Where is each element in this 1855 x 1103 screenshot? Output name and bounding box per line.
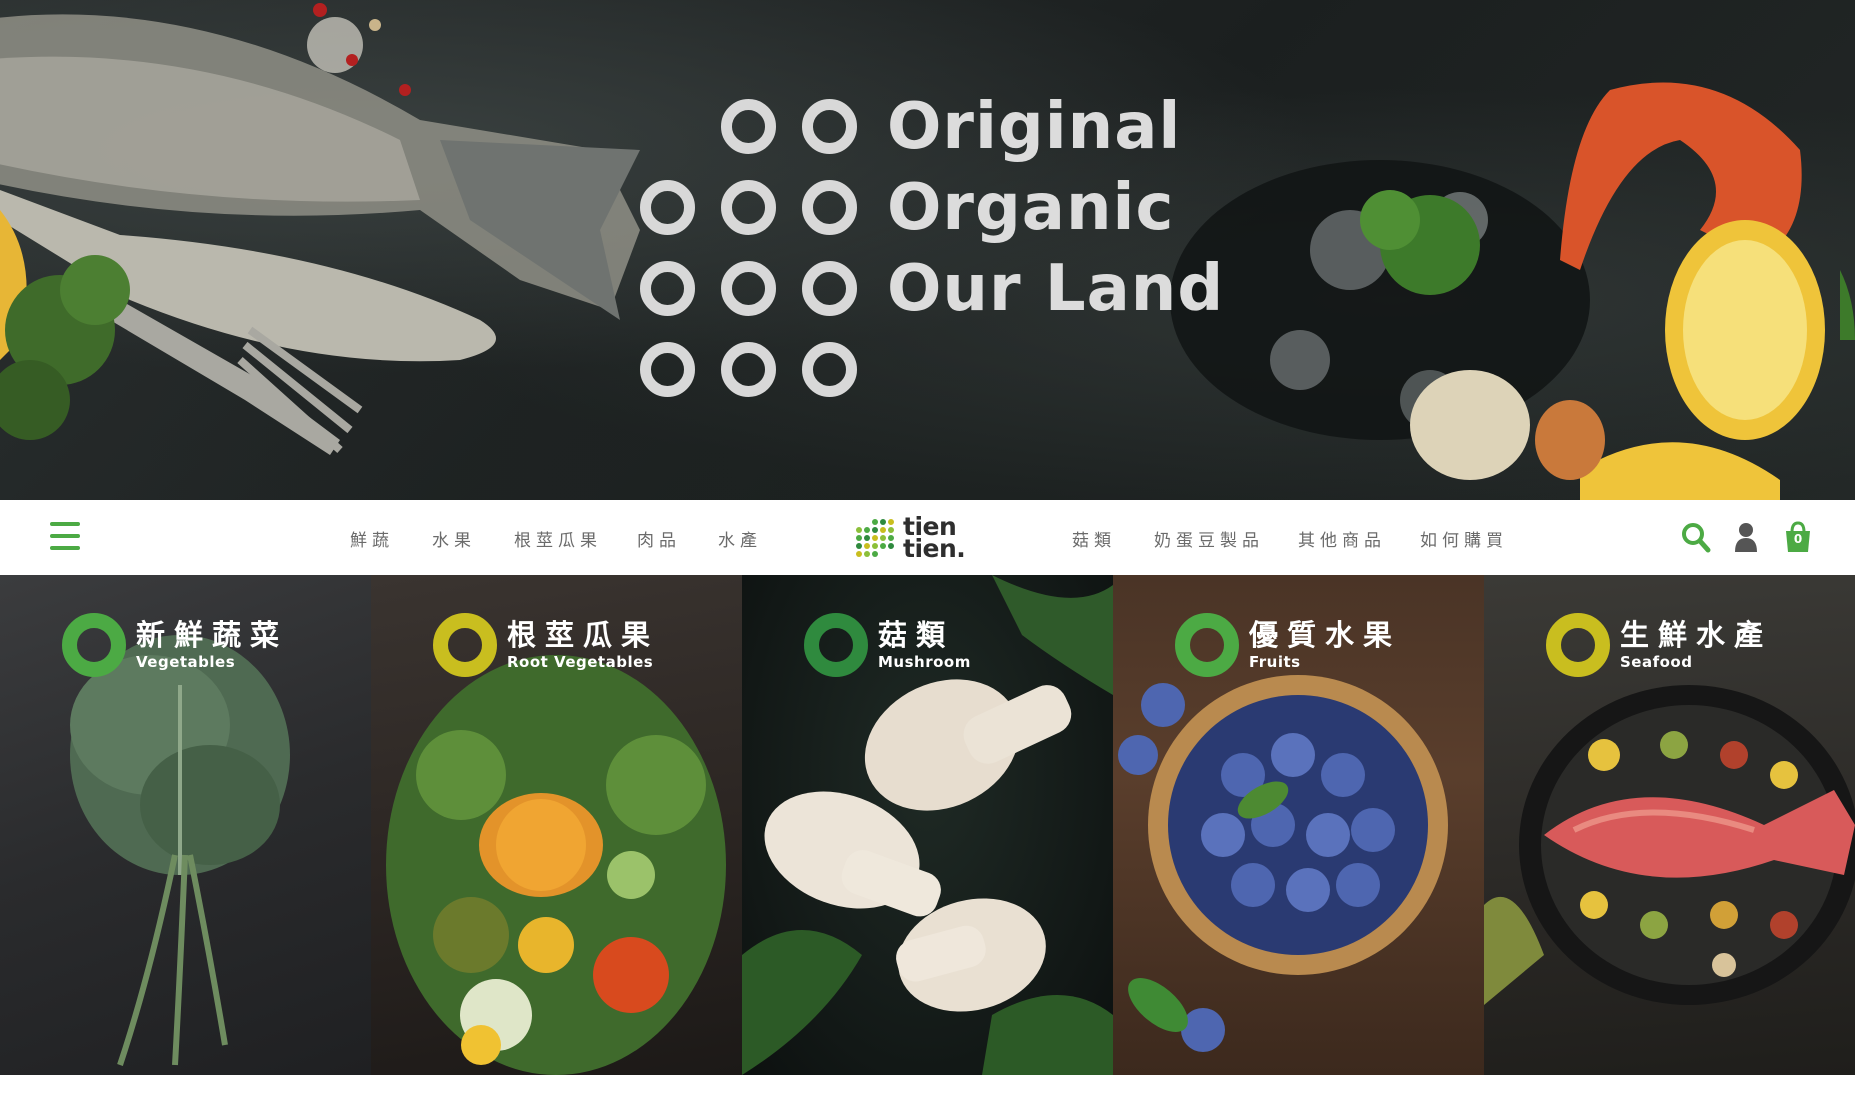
hero-banner: Original Organic Our Land [0, 0, 1855, 500]
tagline-organic: Organic [887, 170, 1175, 245]
category-ring-icon [433, 613, 497, 677]
nav-link-meat[interactable]: 肉品 [637, 526, 681, 551]
main-navigation: 鮮蔬 水果 根莖瓜果 肉品 水產 tien tien. 菇類 奶蛋豆製品 其他商… [0, 500, 1855, 575]
nav-link-vegetables[interactable]: 鮮蔬 [350, 526, 394, 551]
ring-icon [721, 99, 776, 154]
category-header: 根莖瓜果 Root Vegetables [433, 613, 659, 677]
nav-link-other-products[interactable]: 其他商品 [1298, 526, 1386, 551]
category-ring-icon [804, 613, 868, 677]
category-title-zh: 根莖瓜果 [507, 618, 660, 652]
shopping-bag-icon[interactable]: 0 [1782, 520, 1814, 554]
page-bottom-strip [0, 1075, 1855, 1103]
category-title-en: Seafood [1620, 653, 1693, 671]
category-header: 菇類 Mushroom [804, 613, 971, 677]
category-header: 新鮮蔬菜 Vegetables [62, 613, 288, 677]
tagline-our-land: Our Land [887, 251, 1225, 326]
category-title-zh: 生鮮水產 [1620, 618, 1773, 652]
ring-icon [802, 342, 857, 397]
nav-link-seafood[interactable]: 水產 [718, 526, 762, 551]
ring-icon [721, 261, 776, 316]
category-title-zh: 新鮮蔬菜 [136, 618, 289, 652]
nav-link-fruits[interactable]: 水果 [432, 526, 476, 551]
cart-count-badge: 0 [1793, 532, 1803, 546]
ring-icon [640, 180, 695, 235]
category-ring-icon [62, 613, 126, 677]
search-icon[interactable] [1680, 520, 1712, 554]
category-title-en: Mushroom [878, 653, 971, 671]
category-ring-icon [1546, 613, 1610, 677]
user-icon[interactable] [1730, 520, 1762, 554]
category-title-en: Root Vegetables [507, 653, 654, 671]
site-logo[interactable]: tien tien. [855, 514, 985, 562]
category-card-vegetables[interactable]: 新鮮蔬菜 Vegetables [0, 575, 371, 1075]
logo-wordmark: tien tien. [903, 514, 966, 563]
category-title-zh: 菇類 [878, 618, 955, 652]
ring-icon [802, 99, 857, 154]
ring-icon [721, 342, 776, 397]
hero-tagline: Original Organic Our Land [640, 86, 1224, 410]
category-title-en: Fruits [1249, 653, 1301, 671]
ring-icon [802, 261, 857, 316]
ring-icon [802, 180, 857, 235]
ring-icon [640, 342, 695, 397]
category-ring-icon [1175, 613, 1239, 677]
category-header: 生鮮水產 Seafood [1546, 613, 1772, 677]
category-title-zh: 優質水果 [1249, 618, 1402, 652]
nav-link-dairy-egg-soy[interactable]: 奶蛋豆製品 [1154, 526, 1264, 551]
nav-link-how-to-buy[interactable]: 如何購買 [1420, 526, 1508, 551]
category-card-mushroom[interactable]: 菇類 Mushroom [742, 575, 1113, 1075]
logo-line-2: tien. [903, 534, 966, 563]
tagline-row-original: Original [640, 86, 1224, 167]
nav-link-mushroom[interactable]: 菇類 [1072, 526, 1116, 551]
category-title-en: Vegetables [136, 653, 236, 671]
category-card-seafood[interactable]: 生鮮水產 Seafood [1484, 575, 1855, 1075]
ring-icon [721, 180, 776, 235]
tagline-row-organic: Organic [640, 167, 1224, 248]
tagline-row-our-land: Our Land [640, 248, 1224, 329]
category-header: 優質水果 Fruits [1175, 613, 1401, 677]
hamburger-menu-icon[interactable] [50, 522, 80, 552]
tagline-row-rings [640, 329, 1224, 410]
nav-link-root-vegetables[interactable]: 根莖瓜果 [514, 526, 602, 551]
category-grid: 新鮮蔬菜 Vegetables 根莖瓜果 Root Vegetables 菇類 … [0, 575, 1855, 1075]
category-card-root-vegetables[interactable]: 根莖瓜果 Root Vegetables [371, 575, 742, 1075]
tagline-original: Original [887, 89, 1182, 164]
category-card-fruits[interactable]: 優質水果 Fruits [1113, 575, 1484, 1075]
logo-dots-icon [856, 519, 894, 557]
ring-icon [640, 261, 695, 316]
